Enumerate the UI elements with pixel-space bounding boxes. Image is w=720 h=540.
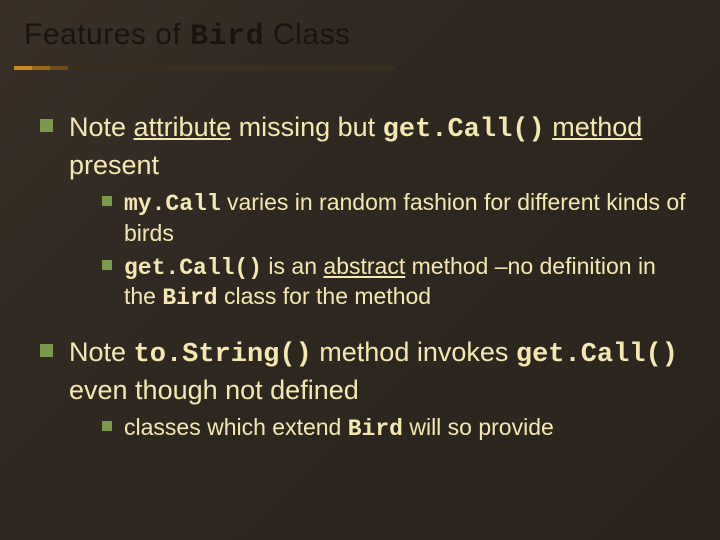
title-suffix: Class [264, 18, 350, 51]
text-run: my.Call varies in random fashion for dif… [124, 188, 692, 248]
sub-bullet-list: my.Call varies in random fashion for dif… [102, 188, 692, 313]
bullet-square-icon [102, 196, 112, 206]
bullet-level1: Note attribute missing but get.Call() me… [40, 110, 692, 182]
bullet-level1: Note to.String() method invokes get.Call… [40, 335, 692, 407]
bullet-square-icon [40, 344, 53, 357]
slide-body: Note attribute missing but get.Call() me… [0, 70, 720, 444]
slide-title: Features of Bird Class [0, 0, 720, 54]
text-run: Note attribute missing but get.Call() me… [69, 110, 692, 182]
bullet-level2: get.Call() is an abstract method –no def… [102, 252, 692, 314]
title-code: Bird [190, 20, 264, 54]
text-run: classes which extend Bird will so provid… [124, 413, 554, 444]
bullet-level2: my.Call varies in random fashion for dif… [102, 188, 692, 248]
bullet-square-icon [102, 421, 112, 431]
title-divider [14, 66, 394, 70]
text-run: get.Call() is an abstract method –no def… [124, 252, 692, 314]
bullet-square-icon [102, 260, 112, 270]
title-prefix: Features of [24, 18, 190, 51]
sub-bullet-list: classes which extend Bird will so provid… [102, 413, 692, 444]
text-run: Note to.String() method invokes get.Call… [69, 335, 692, 407]
bullet-square-icon [40, 119, 53, 132]
bullet-level2: classes which extend Bird will so provid… [102, 413, 692, 444]
